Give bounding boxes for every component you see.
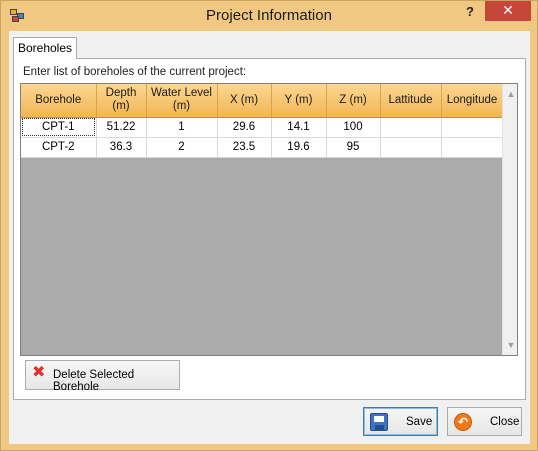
delete-selected-borehole-button[interactable]: ✖ Delete Selected Borehole <box>25 360 180 393</box>
column-header-x-line1: X (m) <box>229 93 259 106</box>
column-header-lattitude-line1: Lattitude <box>388 93 433 106</box>
cell-longitude[interactable] <box>441 117 504 138</box>
column-header-lattitude[interactable]: Lattitude <box>380 84 442 118</box>
grid-vertical-scrollbar[interactable]: ▲ ▼ <box>502 84 517 355</box>
column-header-y-line1: Y (m) <box>284 93 313 106</box>
cell-z[interactable]: 100 <box>326 117 381 138</box>
cell-depth[interactable]: 36.3 <box>96 137 147 158</box>
cell-borehole[interactable]: CPT-1 <box>21 117 97 138</box>
column-header-borehole[interactable]: Borehole <box>21 84 97 118</box>
cell-lattitude[interactable] <box>380 137 442 158</box>
help-button[interactable]: ? <box>459 1 481 23</box>
cell-longitude[interactable] <box>441 137 504 158</box>
boreholes-table: Borehole Depth (m) Water Level (m) X (m) Y… <box>21 84 504 158</box>
save-label: Save <box>406 416 433 428</box>
cell-y[interactable]: 14.1 <box>271 117 327 138</box>
window-close-button[interactable]: ✕ <box>485 1 531 21</box>
delete-selected-borehole-label: Delete Selected Borehole <box>53 369 135 393</box>
column-header-z-line1: Z (m) <box>339 93 367 106</box>
column-header-x[interactable]: X (m) <box>217 84 272 118</box>
column-header-water-level-line2: (m) <box>172 100 191 113</box>
cell-x[interactable]: 29.6 <box>217 117 272 138</box>
boreholes-grid[interactable]: Borehole Depth (m) Water Level (m) X (m) Y… <box>20 83 518 356</box>
grid-header-row: Borehole Depth (m) Water Level (m) X (m) Y… <box>21 84 504 118</box>
column-header-depth-line2: (m) <box>112 100 130 113</box>
save-button[interactable]: Save <box>363 407 438 436</box>
column-header-depth[interactable]: Depth (m) <box>96 84 147 118</box>
cell-z[interactable]: 95 <box>326 137 381 158</box>
column-header-z[interactable]: Z (m) <box>326 84 381 118</box>
column-header-depth-line1: Depth <box>105 87 137 100</box>
floppy-disk-icon-label <box>374 416 384 422</box>
column-header-water-level-line1: Water Level <box>151 87 212 100</box>
column-header-longitude-line1: Longitude <box>446 93 498 106</box>
cell-depth[interactable]: 51.22 <box>96 117 147 138</box>
window-title: Project Information <box>206 7 332 24</box>
close-button[interactable]: ↶ Close <box>447 407 522 436</box>
scroll-up-arrow-icon[interactable]: ▲ <box>503 86 517 102</box>
instructions-label: Enter list of boreholes of the current p… <box>23 66 247 78</box>
cell-y[interactable]: 19.6 <box>271 137 327 158</box>
title-bar[interactable]: Project Information ? ✕ <box>1 1 537 31</box>
cell-water-level[interactable]: 1 <box>146 117 218 138</box>
table-row[interactable]: CPT-2 36.3 2 23.5 19.6 95 <box>21 137 504 158</box>
tab-boreholes[interactable]: Boreholes <box>13 37 77 59</box>
column-header-borehole-line1: Borehole <box>35 93 82 106</box>
table-row[interactable]: CPT-1 51.22 1 29.6 14.1 100 <box>21 117 504 138</box>
floppy-disk-icon-shutter <box>375 425 384 430</box>
project-information-window: Project Information ? ✕ Boreholes Enter … <box>0 0 538 451</box>
boreholes-tab-panel: Enter list of boreholes of the current p… <box>13 58 526 400</box>
close-label: Close <box>490 416 520 428</box>
column-header-y[interactable]: Y (m) <box>271 84 327 118</box>
column-header-water-level[interactable]: Water Level (m) <box>146 84 218 118</box>
red-x-icon: ✖ <box>32 364 46 381</box>
cell-lattitude[interactable] <box>380 117 442 138</box>
floppy-disk-icon <box>370 413 388 431</box>
dialog-client-area: Boreholes Enter list of boreholes of the… <box>9 31 530 444</box>
cell-water-level[interactable]: 2 <box>146 137 218 158</box>
scroll-down-arrow-icon[interactable]: ▼ <box>503 337 517 353</box>
cell-x[interactable]: 23.5 <box>217 137 272 158</box>
column-header-longitude[interactable]: Longitude <box>441 84 504 118</box>
undo-arrow-icon: ↶ <box>454 413 472 431</box>
cell-borehole[interactable]: CPT-2 <box>21 137 97 158</box>
